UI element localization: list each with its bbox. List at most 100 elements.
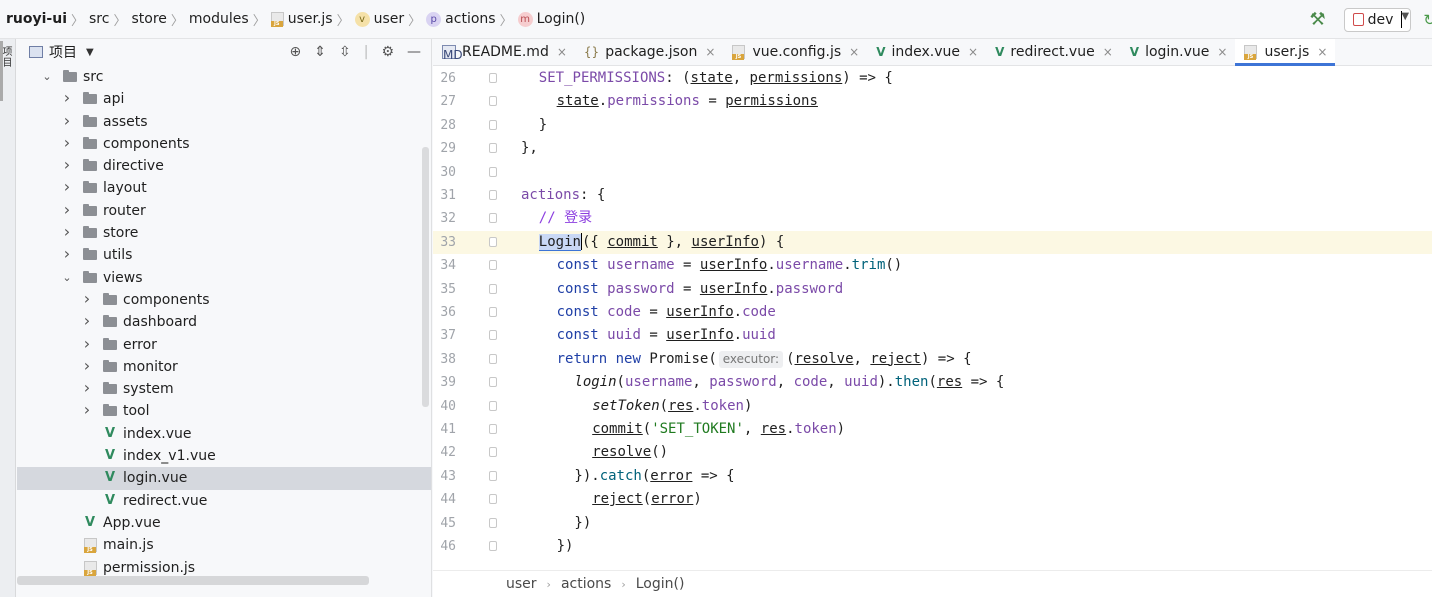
tree-item[interactable]: › directive — [17, 154, 431, 177]
close-icon[interactable]: × — [705, 45, 715, 59]
code-line[interactable]: 26 SET_PERMISSIONS: (state, permissions) … — [433, 67, 1432, 90]
tree-item[interactable]: › components — [17, 132, 431, 155]
code-line[interactable]: 33 Login({ commit }, userInfo) { — [433, 230, 1432, 255]
chevron-right-icon[interactable]: › — [81, 310, 93, 332]
chevron-right-icon[interactable]: › — [61, 87, 73, 109]
tree-item[interactable]: Vlogin.vue — [17, 467, 431, 490]
breadcrumb-user-js[interactable]: user.js — [288, 11, 333, 27]
close-icon[interactable]: × — [557, 45, 567, 59]
editor-breadcrumb-login[interactable]: Login() — [636, 576, 685, 592]
tree-item[interactable]: › monitor — [17, 356, 431, 378]
code-line[interactable]: 45}) — [433, 512, 1432, 535]
fold-marker-icon[interactable] — [489, 400, 497, 411]
editor-tab[interactable]: JS vue.config.js × — [723, 39, 867, 65]
tree-item[interactable]: › dashboard — [17, 310, 431, 333]
code-line[interactable]: 29}, — [433, 137, 1432, 160]
chevron-right-icon[interactable]: › — [61, 110, 73, 132]
tree-item[interactable]: Vindex.vue — [17, 423, 431, 445]
code-line[interactable]: 31 actions: { — [433, 184, 1432, 207]
tree-item[interactable]: JS main.js — [17, 534, 431, 556]
code-line[interactable]: 43}).catch(error => { — [433, 465, 1432, 488]
code-line[interactable]: 39 login(username, password, code, uuid).… — [433, 371, 1432, 394]
project-panel-title[interactable]: 项目 — [49, 42, 77, 62]
project-tool-tab[interactable]: 项目 — [1, 47, 14, 69]
run-config-selector[interactable]: dev ▼ — [1343, 7, 1412, 32]
breadcrumb-actions[interactable]: actions — [445, 11, 495, 27]
editor-tab[interactable]: MD README.md × — [433, 39, 575, 65]
code-line[interactable]: 36 const code = userInfo.code — [433, 301, 1432, 324]
code-line[interactable]: 28} — [433, 114, 1432, 137]
editor-breadcrumb-actions[interactable]: actions — [561, 576, 611, 592]
editor-tab[interactable]: Vlogin.vue × — [1121, 39, 1236, 65]
chevron-right-icon[interactable]: › — [61, 132, 73, 154]
fold-marker-icon[interactable] — [489, 119, 497, 130]
chevron-right-icon[interactable]: › — [81, 288, 93, 310]
code-line[interactable]: 38 return new Promise(executor: (resolve, … — [433, 348, 1432, 371]
chevron-right-icon[interactable]: › — [81, 377, 93, 399]
close-icon[interactable]: × — [968, 45, 978, 59]
breadcrumb-user[interactable]: user — [374, 11, 405, 27]
fold-marker-icon[interactable] — [489, 353, 497, 364]
chevron-down-icon[interactable]: ⌄ — [41, 66, 53, 88]
fold-marker-icon[interactable] — [489, 494, 497, 505]
refresh-icon[interactable]: ↻ — [1423, 11, 1432, 29]
expand-all-icon[interactable]: ⇕ — [314, 44, 326, 60]
tree-item[interactable]: Vindex_v1.vue — [17, 445, 431, 467]
editor-tab[interactable]: JS user.js × — [1235, 39, 1336, 66]
horizontal-scrollbar[interactable] — [17, 576, 369, 585]
close-icon[interactable]: × — [849, 45, 859, 59]
fold-marker-icon[interactable] — [489, 260, 497, 271]
chevron-down-icon[interactable]: ▼ — [86, 47, 94, 58]
close-icon[interactable]: × — [1103, 45, 1113, 59]
minimize-icon[interactable]: — — [407, 44, 421, 60]
editor-tab[interactable]: Vindex.vue × — [867, 39, 986, 65]
code-line[interactable]: 30 — [433, 161, 1432, 184]
close-icon[interactable]: × — [1317, 45, 1327, 59]
fold-marker-icon[interactable] — [489, 541, 497, 551]
gear-icon[interactable]: ⚙ — [381, 44, 394, 60]
code-line[interactable]: 40 setToken(res.token) — [433, 395, 1432, 418]
chevron-right-icon[interactable]: › — [61, 154, 73, 176]
tree-item[interactable]: ⌄ views — [17, 267, 431, 289]
vertical-scrollbar[interactable] — [422, 147, 429, 407]
breadcrumb-project[interactable]: ruoyi-ui — [6, 11, 67, 27]
fold-marker-icon[interactable] — [489, 166, 497, 177]
tree-item[interactable]: › tool — [17, 400, 431, 422]
code-line[interactable]: 46}) — [433, 535, 1432, 558]
chevron-right-icon[interactable]: › — [61, 243, 73, 265]
fold-marker-icon[interactable] — [489, 377, 497, 388]
tree-item[interactable]: › layout — [17, 177, 431, 199]
build-hammer-icon[interactable]: ⚒ — [1309, 9, 1325, 30]
tree-item[interactable]: › error — [17, 333, 431, 356]
fold-marker-icon[interactable] — [489, 213, 497, 224]
code-line[interactable]: 42 resolve() — [433, 441, 1432, 464]
editor-breadcrumb-user[interactable]: user — [506, 576, 537, 592]
chevron-down-icon[interactable]: ⌄ — [61, 267, 73, 289]
collapse-all-icon[interactable]: ⇳ — [339, 44, 351, 60]
fold-marker-icon[interactable] — [489, 307, 497, 317]
editor-tab[interactable]: {} package.json × — [575, 39, 724, 65]
code-line[interactable]: 32 // 登录 — [433, 207, 1432, 230]
code-line[interactable]: 37 const uuid = userInfo.uuid — [433, 324, 1432, 347]
chevron-right-icon[interactable]: › — [61, 221, 73, 243]
fold-marker-icon[interactable] — [489, 517, 497, 528]
close-icon[interactable]: × — [1217, 45, 1227, 59]
code-line[interactable]: 34 const username = userInfo.username.tri… — [433, 254, 1432, 277]
fold-marker-icon[interactable] — [489, 330, 497, 341]
chevron-right-icon[interactable]: › — [81, 333, 93, 355]
fold-marker-icon[interactable] — [489, 236, 497, 247]
code-line[interactable]: 41 commit('SET_TOKEN', res.token) — [433, 418, 1432, 441]
breadcrumb-login[interactable]: Login() — [537, 11, 586, 27]
code-line[interactable]: 44 reject(error) — [433, 488, 1432, 511]
tree-item[interactable]: › store — [17, 221, 431, 244]
tree-item[interactable]: ⌄ src — [17, 66, 431, 88]
editor-tab[interactable]: Vredirect.vue × — [986, 39, 1121, 65]
code-line[interactable]: 27 state.permissions = permissions — [433, 90, 1432, 113]
tree-item[interactable]: V App.vue — [17, 512, 431, 534]
tree-item[interactable]: Vredirect.vue — [17, 490, 431, 512]
fold-marker-icon[interactable] — [489, 470, 497, 481]
chevron-right-icon[interactable]: › — [61, 199, 73, 221]
fold-marker-icon[interactable] — [489, 283, 497, 294]
fold-marker-icon[interactable] — [489, 447, 497, 458]
code-line[interactable]: 35 const password = userInfo.password — [433, 278, 1432, 301]
